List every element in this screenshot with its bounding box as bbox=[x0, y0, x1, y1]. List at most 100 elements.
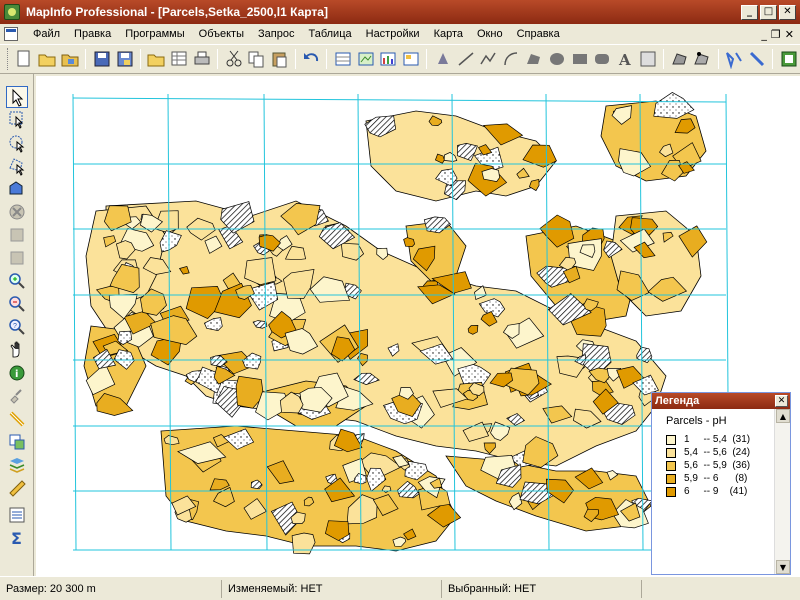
grabber-icon[interactable] bbox=[6, 339, 28, 361]
ellipse-icon[interactable] bbox=[546, 49, 567, 70]
grid-line-horizontal bbox=[72, 97, 727, 103]
polygon-icon[interactable] bbox=[524, 49, 545, 70]
mapinfo-app-icon[interactable] bbox=[4, 4, 20, 20]
paste-icon[interactable] bbox=[269, 49, 290, 70]
status-size: Размер: 20 300 m bbox=[0, 579, 222, 598]
zoom-out-icon[interactable] bbox=[6, 293, 28, 315]
print-icon[interactable] bbox=[191, 49, 212, 70]
scroll-up-icon[interactable]: ▲ bbox=[776, 409, 790, 423]
title-bar: MapInfo Professional - [Parcels,Setka_25… bbox=[0, 0, 800, 24]
label-icon[interactable] bbox=[6, 385, 28, 407]
polygon-select-icon[interactable] bbox=[6, 155, 28, 177]
status-editable[interactable]: Изменяемый: НЕТ bbox=[222, 579, 442, 598]
help-icon[interactable] bbox=[778, 49, 799, 70]
svg-text:Σ: Σ bbox=[11, 529, 22, 548]
toolbar-separator bbox=[717, 49, 719, 69]
add-node-icon[interactable] bbox=[692, 49, 713, 70]
polyline-icon[interactable] bbox=[478, 49, 499, 70]
open-dbms-icon[interactable] bbox=[146, 49, 167, 70]
map-document-icon[interactable] bbox=[4, 27, 18, 41]
toolbar-grip[interactable] bbox=[7, 48, 10, 70]
toolbar-separator bbox=[663, 49, 665, 69]
sum-icon[interactable]: Σ bbox=[6, 527, 28, 549]
maximize-button[interactable]: □ bbox=[760, 4, 777, 20]
legend-close-button[interactable]: ✕ bbox=[775, 395, 788, 407]
open-workspace-icon[interactable] bbox=[60, 49, 81, 70]
close-button[interactable]: ✕ bbox=[779, 4, 796, 20]
menu-table[interactable]: Таблица bbox=[301, 24, 358, 44]
legend-window[interactable]: Легенда ✕ Parcels - pH 1 -- 5,4 (31) 5,4… bbox=[651, 392, 791, 575]
window-title: MapInfo Professional - [Parcels,Setka_25… bbox=[26, 5, 328, 19]
legend-row: 5,6 -- 5,9 (36) bbox=[666, 459, 774, 472]
cut-icon[interactable] bbox=[223, 49, 244, 70]
layer-control-icon[interactable] bbox=[6, 247, 28, 269]
mdi-restore-icon[interactable]: ❐ bbox=[771, 28, 781, 41]
menu-query[interactable]: Запрос bbox=[251, 24, 301, 44]
tools-toolbar: ? i Σ bbox=[0, 74, 34, 576]
new-browser-window-icon[interactable] bbox=[332, 49, 353, 70]
undo-icon[interactable] bbox=[301, 49, 322, 70]
legend-swatch bbox=[666, 473, 676, 484]
menu-programs[interactable]: Программы bbox=[118, 24, 191, 44]
new-browser-icon[interactable] bbox=[169, 49, 190, 70]
legend-icon[interactable] bbox=[6, 454, 28, 476]
copy-icon[interactable] bbox=[246, 49, 267, 70]
mdi-close-icon[interactable]: ✕ bbox=[785, 28, 794, 41]
text-icon[interactable]: A bbox=[615, 49, 636, 70]
new-graph-window-icon[interactable] bbox=[378, 49, 399, 70]
legend-row: 1 -- 5,4 (31) bbox=[666, 433, 774, 446]
drag-window-icon[interactable] bbox=[6, 408, 28, 430]
marquee-select-icon[interactable] bbox=[6, 108, 28, 130]
legend-swatch bbox=[666, 434, 676, 445]
new-icon[interactable] bbox=[14, 49, 35, 70]
open-icon[interactable] bbox=[37, 49, 58, 70]
menu-edit[interactable]: Правка bbox=[67, 24, 118, 44]
mdi-minimize-icon[interactable]: _ bbox=[761, 28, 767, 41]
info-icon[interactable]: i bbox=[6, 362, 28, 384]
toolbar-separator bbox=[326, 49, 328, 69]
toolbar-separator bbox=[85, 49, 87, 69]
statistics-icon[interactable] bbox=[6, 477, 28, 499]
select-icon[interactable] bbox=[6, 86, 28, 108]
scroll-down-icon[interactable]: ▼ bbox=[776, 560, 790, 574]
menu-bar: Файл Правка Программы Объекты Запрос Таб… bbox=[0, 24, 800, 44]
legend-row: 6 -- 9 (41) bbox=[666, 485, 774, 498]
legend-title-bar[interactable]: Легенда ✕ bbox=[652, 393, 790, 409]
symbol-style-icon[interactable] bbox=[724, 49, 745, 70]
legend-swatch bbox=[666, 447, 676, 458]
graph-select-icon[interactable] bbox=[6, 224, 28, 246]
radius-select-icon[interactable] bbox=[6, 132, 28, 154]
menu-file[interactable]: Файл bbox=[26, 24, 67, 44]
legend-row: 5,9 -- 6 (8) bbox=[666, 472, 774, 485]
menu-help[interactable]: Справка bbox=[510, 24, 567, 44]
frame-icon[interactable] bbox=[638, 49, 659, 70]
menu-options[interactable]: Настройки bbox=[359, 24, 427, 44]
toolbar-separator bbox=[294, 49, 296, 69]
zoom-in-icon[interactable] bbox=[6, 270, 28, 292]
browser-list-icon[interactable] bbox=[6, 504, 28, 526]
legend-row-label: 5,4 -- 5,6 (24) bbox=[684, 447, 751, 458]
ruler-icon[interactable] bbox=[6, 431, 28, 453]
save-icon[interactable] bbox=[91, 49, 112, 70]
menu-window[interactable]: Окно bbox=[470, 24, 510, 44]
rectangle-icon[interactable] bbox=[569, 49, 590, 70]
boundary-select-icon[interactable] bbox=[6, 178, 28, 200]
rounded-rectangle-icon[interactable] bbox=[592, 49, 613, 70]
reshape-icon[interactable] bbox=[669, 49, 690, 70]
save-copy-icon[interactable] bbox=[114, 49, 135, 70]
minimize-button[interactable]: _ bbox=[741, 4, 758, 20]
line-style-icon[interactable] bbox=[747, 49, 768, 70]
svg-text:i: i bbox=[15, 369, 18, 380]
invert-selection-icon[interactable] bbox=[6, 201, 28, 223]
mapinfo-window: MapInfo Professional - [Parcels,Setka_25… bbox=[0, 0, 800, 600]
change-view-icon[interactable]: ? bbox=[6, 316, 28, 338]
arc-icon[interactable] bbox=[501, 49, 522, 70]
menu-objects[interactable]: Объекты bbox=[192, 24, 251, 44]
line-icon[interactable] bbox=[455, 49, 476, 70]
new-layout-window-icon[interactable] bbox=[401, 49, 422, 70]
new-map-window-icon[interactable] bbox=[355, 49, 376, 70]
legend-scrollbar[interactable]: ▲ ▼ bbox=[774, 409, 790, 574]
menu-map[interactable]: Карта bbox=[427, 24, 470, 44]
legend-row-label: 1 -- 5,4 (31) bbox=[684, 434, 751, 445]
symbol-icon[interactable] bbox=[432, 49, 453, 70]
